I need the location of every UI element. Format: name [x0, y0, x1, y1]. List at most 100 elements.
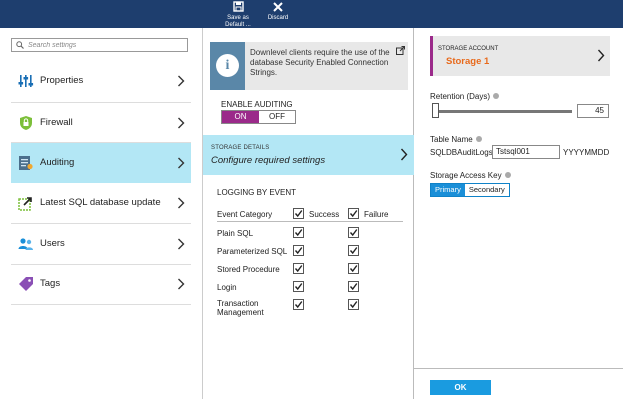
nav-item-tags[interactable]: Tags: [11, 264, 191, 304]
search-input[interactable]: [28, 40, 183, 50]
firewall-shield-icon: [20, 116, 32, 130]
info-banner: i Downlevel clients require the use of t…: [210, 42, 408, 90]
info-icon-box: i: [210, 42, 245, 90]
storage-access-key-label: Storage Access Key: [430, 171, 511, 180]
nav-label-users: Users: [40, 238, 65, 249]
retention-slider-thumb[interactable]: [432, 103, 439, 118]
save-label-line1: Save as: [227, 15, 249, 21]
update-icon: [18, 197, 32, 211]
failure-checkbox[interactable]: [348, 263, 359, 274]
log-row-plain-sql: Plain SQL: [217, 226, 403, 244]
secondary-key-option[interactable]: Secondary: [464, 184, 509, 196]
header-failure: Failure: [364, 210, 389, 219]
event-label: Parameterized SQL: [217, 247, 288, 256]
failure-checkbox[interactable]: [348, 245, 359, 256]
nav-divider: [11, 304, 191, 305]
auditing-blade: i Downlevel clients require the use of t…: [203, 28, 414, 399]
header-success: Success: [309, 210, 340, 219]
storage-account-selector[interactable]: STORAGE ACCOUNT Storage 1: [430, 36, 610, 76]
search-box[interactable]: [11, 38, 188, 52]
logging-by-event-title: LOGGING BY EVENT: [217, 188, 296, 197]
settings-blade: Properties Firewall Auditing Latest SQL …: [0, 28, 203, 399]
header-event-category: Event Category: [217, 210, 273, 219]
external-link-icon[interactable]: [396, 46, 405, 55]
nav-item-properties[interactable]: Properties: [11, 61, 191, 101]
event-label: Login: [217, 283, 237, 292]
info-text: Downlevel clients require the use of the…: [250, 48, 390, 77]
chevron-right-icon: [400, 148, 408, 161]
save-icon: [222, 0, 254, 14]
save-as-default-button[interactable]: Save as Default ...: [222, 0, 254, 28]
event-label: Transaction Management: [217, 299, 264, 317]
failure-checkbox[interactable]: [348, 299, 359, 310]
storage-settings-blade: STORAGE ACCOUNT Storage 1 Retention (Day…: [414, 28, 623, 399]
toggle-on-option[interactable]: ON: [222, 111, 259, 123]
log-row-stored-procedure: Stored Procedure: [217, 262, 403, 280]
blade-command-bar: Save as Default ... Discard: [0, 0, 623, 28]
table-name-prefix: SQLDBAuditLogs: [430, 148, 493, 157]
retention-label-text: Retention (Days): [430, 92, 491, 101]
table-name-label-text: Table Name: [430, 135, 473, 144]
info-icon: [475, 136, 482, 142]
storage-details-row[interactable]: STORAGE DETAILS Configure required setti…: [203, 135, 414, 175]
nav-label-properties: Properties: [40, 75, 84, 86]
storage-details-subtitle: Configure required settings: [211, 155, 326, 166]
footer-divider: [414, 368, 623, 369]
failure-checkbox[interactable]: [348, 227, 359, 238]
nav-item-firewall[interactable]: Firewall: [11, 103, 191, 143]
access-key-toggle[interactable]: Primary Secondary: [430, 183, 510, 197]
failure-all-checkbox[interactable]: [348, 208, 359, 219]
info-icon: [504, 172, 511, 178]
chevron-right-icon: [178, 75, 185, 87]
storage-account-value: Storage 1: [446, 56, 490, 67]
nav-label-tags: Tags: [40, 278, 61, 289]
success-checkbox[interactable]: [293, 299, 304, 310]
info-icon: i: [216, 54, 239, 77]
event-label: Stored Procedure: [217, 265, 280, 274]
enable-auditing-label: ENABLE AUDITING: [221, 100, 293, 109]
logging-table-header: Event Category Success Failure: [217, 208, 403, 222]
retention-days-input[interactable]: 45: [577, 104, 609, 118]
chevron-right-icon: [178, 238, 185, 250]
enable-auditing-toggle[interactable]: ON OFF: [221, 110, 296, 124]
ok-button[interactable]: OK: [430, 380, 491, 395]
search-icon: [16, 41, 24, 49]
discard-label: Discard: [267, 15, 289, 21]
retention-label: Retention (Days): [430, 92, 500, 101]
success-checkbox[interactable]: [293, 227, 304, 238]
table-name-suffix: YYYYMMDD: [563, 148, 610, 157]
log-row-login: Login: [217, 280, 403, 298]
retention-slider-track[interactable]: [434, 110, 572, 113]
success-checkbox[interactable]: [293, 245, 304, 256]
nav-item-auditing[interactable]: Auditing: [11, 143, 191, 183]
chevron-right-icon: [178, 197, 185, 209]
storage-account-title: STORAGE ACCOUNT: [438, 46, 499, 52]
tag-icon: [19, 277, 33, 291]
users-icon: [18, 238, 33, 250]
auditing-icon: [19, 156, 33, 170]
success-checkbox[interactable]: [293, 263, 304, 274]
info-icon: [493, 93, 500, 99]
table-name-input[interactable]: Tstsql001: [492, 145, 560, 159]
discard-button[interactable]: Discard: [262, 0, 294, 28]
storage-access-key-text: Storage Access Key: [430, 171, 502, 180]
nav-item-users[interactable]: Users: [11, 224, 191, 264]
success-all-checkbox[interactable]: [293, 208, 304, 219]
properties-sliders-icon: [18, 75, 34, 87]
discard-x-icon: [262, 0, 294, 14]
success-checkbox[interactable]: [293, 281, 304, 292]
primary-key-option[interactable]: Primary: [431, 184, 465, 196]
chevron-right-icon: [597, 49, 605, 62]
chevron-right-icon: [178, 117, 185, 129]
log-row-transaction-management: Transaction Management: [217, 298, 403, 320]
log-row-parameterized-sql: Parameterized SQL: [217, 244, 403, 262]
chevron-right-icon: [178, 157, 185, 169]
nav-label-firewall: Firewall: [40, 117, 73, 128]
nav-item-latest-sql-update[interactable]: Latest SQL database update: [11, 183, 191, 223]
toggle-off-option[interactable]: OFF: [259, 111, 295, 123]
storage-details-title: STORAGE DETAILS: [211, 145, 270, 151]
event-label: Plain SQL: [217, 229, 254, 238]
failure-checkbox[interactable]: [348, 281, 359, 292]
nav-label-auditing: Auditing: [40, 157, 75, 168]
table-name-label: Table Name: [430, 135, 482, 144]
